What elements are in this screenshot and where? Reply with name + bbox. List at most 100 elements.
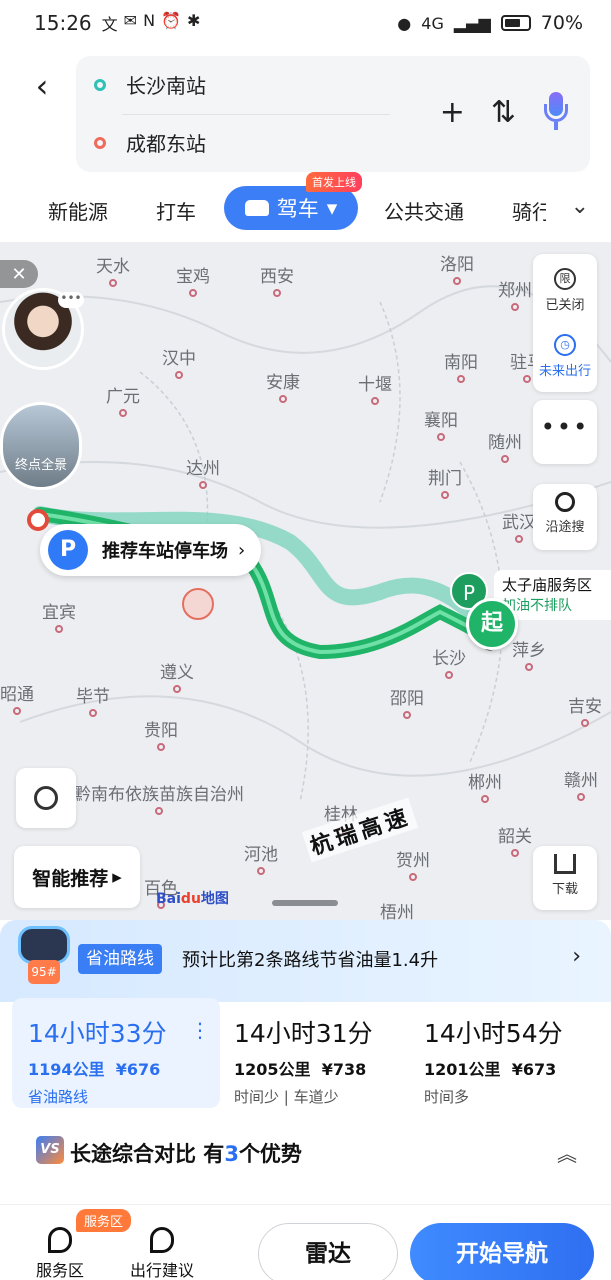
tab-driving[interactable]: 驾车 ▾ [224,186,358,230]
future-travel-label: 未来出行 [538,364,591,379]
route-menu-icon[interactable]: ⋮ [190,1018,210,1042]
fuel-saving-message: 预计比第2条路线节省油量1.4升 [182,950,439,971]
new-launch-badge: 首发上线 [306,172,362,192]
search-icon [555,492,575,512]
comparison-text: 长途综合对比 有3个优势 [70,1142,302,1166]
close-icon[interactable]: ✕ [0,260,38,288]
swap-icon[interactable]: ⇅ [491,95,516,130]
future-travel-button[interactable]: ◷ 未来出行 [533,334,597,379]
travel-advice-label: 出行建议 [129,1261,194,1280]
status-bar: 15:26 文 ✉ N ⏰ ✱ ● 4G ▂▄▆ 70% [0,0,611,46]
city-label: 贺州 [396,846,430,881]
more-tools-button[interactable]: ••• [533,400,597,464]
city-label: 随州 [488,428,522,463]
city-label: 河池 [244,840,278,875]
add-waypoint-icon[interactable]: + [440,95,465,130]
travel-advice-button[interactable]: 出行建议 [122,1227,202,1280]
status-time: 15:26 [34,11,92,35]
route-time: 14小时54分 [424,1019,563,1048]
chevron-right-icon: › [572,944,581,969]
city-label: 韶关 [498,822,532,857]
service-area-name: 太子庙服务区 [502,576,593,594]
city-label: 长沙 [432,644,466,679]
microphone-icon[interactable] [542,92,570,132]
restriction-icon: 限 [554,268,576,290]
route-option-3[interactable]: 14小时54分 1201公里 ¥673 时间多 [424,998,604,1108]
map-view[interactable]: 天水 宝鸡 西安 洛阳 郑州 汉中 安康 十堰 南阳 驻马 广元 襄阳 随州 达州 荆门 武汉 宜宾 长沙 萍乡 遵义… [0,242,611,922]
city-label: 广元 [106,382,140,417]
city-label: 贵阳 [144,716,178,751]
mode-tabs: 新能源 打车 驾车 ▾ 首发上线 公共交通 骑行 ⌄ [0,172,611,236]
baidu-map-logo: Baidu地图 [156,891,229,907]
location-icon: ● [397,13,412,33]
city-label: 武汉 [502,508,536,543]
city-label: 萍乡 [512,636,546,671]
sheet-drag-handle[interactable] [272,900,338,906]
city-label: 十堰 [358,370,392,405]
tab-new-energy[interactable]: 新能源 [48,196,108,225]
fuel-saving-banner[interactable]: 95# 省油路线 预计比第2条路线节省油量1.4升 › [0,920,611,1002]
service-area-label: 服务区 [35,1261,84,1280]
parking-icon: P [48,530,88,570]
city-label: 襄阳 [424,406,458,441]
city-label: 郴州 [468,768,502,803]
city-label: 梧州 [380,898,414,922]
route-actions: + ⇅ [440,92,570,132]
chevron-up-icon: ︽ [557,1142,577,1166]
vs-icon: VS [36,1136,64,1164]
route-sheet: 95# 省油路线 预计比第2条路线节省油量1.4升 › 14小时33分 1194… [0,920,611,1280]
traffic-restriction-button[interactable]: 限 已关闭 [533,268,597,313]
city-label: 洛阳 [440,250,474,285]
back-button[interactable]: ‹ [24,66,60,106]
city-label: 宜宾 [42,598,76,633]
city-label: 南阳 [444,348,478,383]
start-navigation-button[interactable]: 开始导航 [410,1223,594,1280]
start-marker: 起 [466,598,518,650]
alarm-icon: ⏰ [161,11,181,30]
city-label: 毕节 [76,682,110,717]
radar-button[interactable]: 雷达 [258,1223,398,1280]
map-tools-panel: 限 已关闭 ◷ 未来出行 [533,254,597,392]
route-tags: 省油路线 [28,1088,89,1106]
tab-public-transit[interactable]: 公共交通 [384,196,464,225]
city-label: 遵义 [160,658,194,693]
long-trip-comparison[interactable]: VS 长途综合对比 有3个优势 ︽ [0,1120,611,1190]
restriction-label: 已关闭 [545,298,585,313]
download-button[interactable]: 下载 [533,846,597,910]
battery-percent: 70% [540,12,583,34]
tab-cycling[interactable]: 骑行 [512,196,546,225]
station-parking-button[interactable]: P 推荐车站停车场 › [40,524,262,576]
search-along-route-button[interactable]: 沿途搜 [533,484,597,550]
end-location[interactable]: 成都东站 [94,128,206,157]
clock-icon: ◷ [554,334,576,356]
service-area-icon [48,1227,72,1253]
smart-recommend-label: 智能推荐 [32,867,109,890]
route-meta: 1194公里 ¥676 [28,1060,161,1079]
city-label: 昭通 [0,680,34,715]
end-dot-icon [94,136,106,149]
tab-taxi[interactable]: 打车 [156,196,196,225]
smart-recommend-button[interactable]: 智能推荐 ▸ [14,846,140,908]
city-label: 汉中 [162,344,196,379]
route-time: 14小时31分 [234,1019,373,1048]
endpoint-panorama-button[interactable]: 终点全景 [0,402,82,490]
signal-icon: ▂▄▆ [453,13,491,33]
locate-button[interactable] [16,768,76,828]
start-dot-icon [94,78,106,91]
location-pin-icon [150,1227,174,1253]
route-tags: 时间多 [424,1088,470,1106]
service-area-button[interactable]: 服务区 [20,1227,100,1280]
city-label: 赣州 [564,766,598,801]
route-meta: 1205公里 ¥738 [234,1060,367,1079]
route-option-2[interactable]: 14小时31分 1205公里 ¥738 时间少 | 车道少 [234,998,414,1108]
end-location-text: 成都东站 [126,132,206,156]
route-options: 14小时33分 1194公里 ¥676 省油路线 ⋮ 14小时31分 1205公… [0,998,611,1112]
route-option-1[interactable]: 14小时33分 1194公里 ¥676 省油路线 ⋮ [12,998,220,1108]
city-label: 吉安 [568,692,602,727]
city-label: 安康 [266,368,300,403]
avatar-menu-icon[interactable]: ••• [58,292,84,308]
route-tags: 时间少 | 车道少 [234,1088,339,1106]
start-location[interactable]: 长沙南站 [94,70,206,99]
city-label: 西安 [260,262,294,297]
tabs-expand-icon[interactable]: ⌄ [571,194,589,219]
